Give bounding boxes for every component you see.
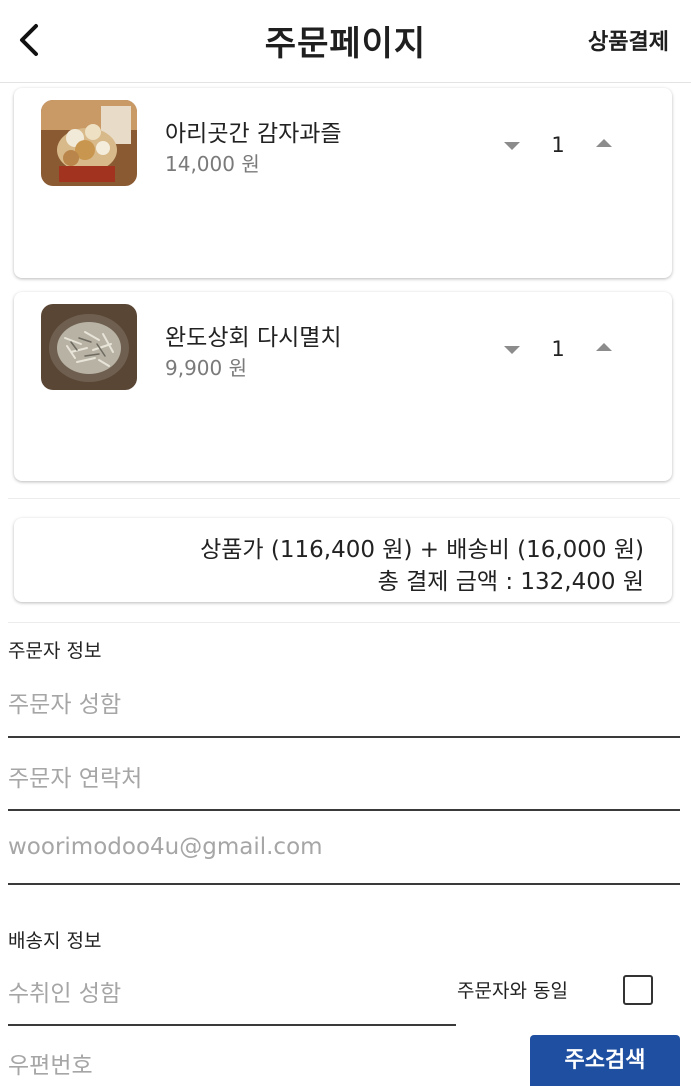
quantity-value: 1 — [551, 133, 565, 157]
cart-item: 완도상회 다시멸치 9,900 원 1 — [14, 292, 672, 481]
quantity-decrease-button[interactable] — [501, 342, 523, 356]
back-button[interactable] — [10, 18, 50, 62]
same-as-orderer-checkbox[interactable] — [623, 975, 653, 1005]
input-underline — [8, 1024, 456, 1026]
postcode-input[interactable]: 우편번호 — [8, 1046, 93, 1080]
checkout-button[interactable]: 상품결제 — [588, 24, 669, 56]
product-price: 14,000 원 — [165, 152, 260, 176]
caret-up-icon — [596, 343, 612, 351]
orderer-phone-input[interactable]: 주문자 연락처 — [8, 759, 142, 793]
same-as-orderer-label: 주문자와 동일 — [457, 980, 568, 1002]
price-summary: 상품가 (116,400 원) + 배송비 (16,000 원) 총 결제 금액… — [14, 518, 672, 602]
divider — [8, 622, 680, 623]
input-underline — [8, 809, 680, 811]
chevron-left-icon — [20, 24, 38, 56]
input-underline — [8, 736, 680, 738]
product-image[interactable] — [41, 100, 137, 186]
orderer-section-title: 주문자 정보 — [8, 640, 102, 662]
orderer-name-input[interactable]: 주문자 성함 — [8, 685, 121, 719]
product-price: 9,900 원 — [165, 356, 248, 380]
cart-item: 아리곳간 감자과즐 14,000 원 1 — [14, 88, 672, 278]
product-image[interactable] — [41, 304, 137, 390]
divider — [8, 498, 680, 499]
quantity-decrease-button[interactable] — [501, 138, 523, 152]
address-search-button[interactable]: 주소검색 — [530, 1035, 680, 1086]
price-breakdown: 상품가 (116,400 원) + 배송비 (16,000 원) — [200, 537, 644, 563]
product-name: 아리곳간 감자과즐 — [165, 121, 342, 147]
quantity-increase-button[interactable] — [593, 135, 615, 149]
recipient-name-input[interactable]: 수취인 성함 — [8, 974, 121, 1008]
caret-up-icon — [596, 139, 612, 147]
quantity-value: 1 — [551, 337, 565, 361]
app-header: 주문페이지 상품결제 — [0, 0, 691, 83]
shipping-section-title: 배송지 정보 — [8, 930, 102, 952]
quantity-increase-button[interactable] — [593, 339, 615, 353]
caret-down-icon — [504, 142, 520, 150]
input-underline — [8, 883, 680, 885]
total-amount: 총 결제 금액 : 132,400 원 — [377, 569, 644, 595]
caret-down-icon — [504, 346, 520, 354]
product-name: 완도상회 다시멸치 — [165, 325, 342, 351]
orderer-email-input[interactable]: woorimodoo4u@gmail.com — [8, 834, 323, 860]
